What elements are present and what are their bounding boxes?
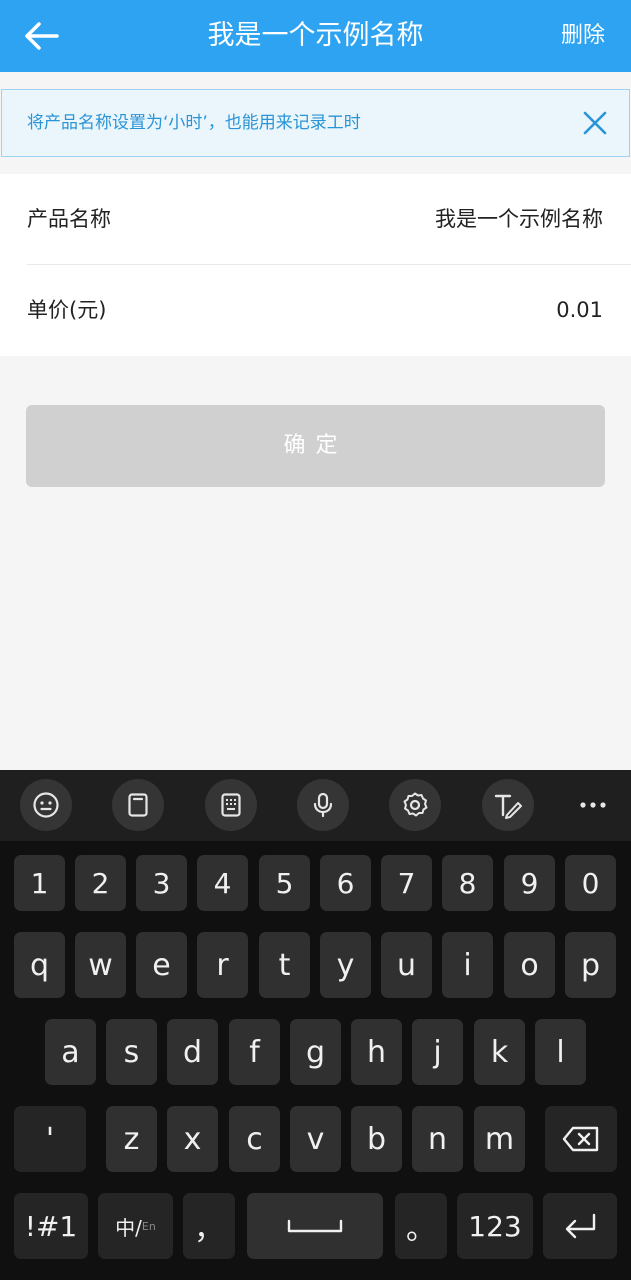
- tip-banner: 将产品名称设置为‘小时’，也能用来记录工时: [1, 89, 630, 157]
- keypad-icon: [221, 793, 241, 817]
- enter-key[interactable]: [543, 1193, 617, 1259]
- emoji-button[interactable]: [20, 779, 72, 831]
- product-form: 产品名称 我是一个示例名称 单价(元) 0.01: [0, 174, 631, 356]
- unit-price-label: 单价(元): [27, 298, 107, 322]
- key-b[interactable]: b: [351, 1106, 402, 1172]
- key-x[interactable]: x: [167, 1106, 218, 1172]
- key-0[interactable]: 0: [565, 855, 616, 911]
- key-f[interactable]: f: [229, 1019, 280, 1085]
- keyboard-settings-button[interactable]: [389, 779, 441, 831]
- backspace-key[interactable]: [545, 1106, 617, 1172]
- language-main-label: 中/: [115, 1215, 142, 1240]
- key-apostrophe[interactable]: ': [14, 1106, 86, 1172]
- key-6[interactable]: 6: [320, 855, 371, 911]
- tip-text: 将产品名称设置为‘小时’，也能用来记录工时: [27, 113, 361, 133]
- key-7[interactable]: 7: [381, 855, 432, 911]
- handwriting-icon: [494, 794, 522, 819]
- unit-price-input[interactable]: 0.01: [556, 265, 603, 356]
- key-o[interactable]: o: [504, 932, 555, 998]
- key-n[interactable]: n: [412, 1106, 463, 1172]
- unit-price-row[interactable]: 单价(元) 0.01: [0, 265, 631, 356]
- microphone-icon: [313, 792, 333, 818]
- confirm-button[interactable]: 确定: [26, 405, 605, 487]
- voice-input-button[interactable]: [297, 779, 349, 831]
- key-k[interactable]: k: [474, 1019, 525, 1085]
- soft-keyboard: 1 2 3 4 5 6 7 8 9 0 q w e r t y u i o p …: [0, 770, 631, 1280]
- tip-close-button[interactable]: [583, 111, 607, 135]
- clipboard-icon: [128, 793, 148, 817]
- key-e[interactable]: e: [136, 932, 187, 998]
- space-bar-icon: [287, 1219, 343, 1233]
- period-key[interactable]: 。: [395, 1193, 447, 1259]
- key-w[interactable]: w: [75, 932, 126, 998]
- key-8[interactable]: 8: [442, 855, 493, 911]
- arrow-left-icon: [25, 22, 59, 50]
- app-header: 我是一个示例名称 删除: [0, 0, 631, 72]
- key-2[interactable]: 2: [75, 855, 126, 911]
- delete-button[interactable]: 删除: [561, 0, 605, 72]
- key-t[interactable]: t: [259, 932, 310, 998]
- product-name-label: 产品名称: [27, 207, 111, 231]
- key-3[interactable]: 3: [136, 855, 187, 911]
- key-p[interactable]: p: [565, 932, 616, 998]
- language-switch-key[interactable]: 中/En: [98, 1193, 173, 1259]
- key-r[interactable]: r: [197, 932, 248, 998]
- key-g[interactable]: g: [290, 1019, 341, 1085]
- key-z[interactable]: z: [106, 1106, 157, 1172]
- key-q[interactable]: q: [14, 932, 65, 998]
- emoji-icon: [33, 792, 59, 818]
- key-a[interactable]: a: [45, 1019, 96, 1085]
- toolbar-more-button[interactable]: [567, 779, 619, 831]
- key-m[interactable]: m: [474, 1106, 525, 1172]
- key-y[interactable]: y: [320, 932, 371, 998]
- keyboard-toolbar: [0, 770, 631, 841]
- key-u[interactable]: u: [381, 932, 432, 998]
- numbers-key[interactable]: 123: [457, 1193, 533, 1259]
- space-key[interactable]: [247, 1193, 383, 1259]
- product-name-input[interactable]: 我是一个示例名称: [435, 174, 603, 265]
- product-name-row[interactable]: 产品名称 我是一个示例名称: [0, 174, 631, 265]
- settings-icon: [403, 792, 428, 817]
- symbols-key[interactable]: !#1: [14, 1193, 88, 1259]
- key-d[interactable]: d: [167, 1019, 218, 1085]
- enter-icon: [565, 1213, 596, 1239]
- key-9[interactable]: 9: [504, 855, 555, 911]
- key-v[interactable]: v: [290, 1106, 341, 1172]
- more-icon: [580, 802, 606, 808]
- clipboard-button[interactable]: [112, 779, 164, 831]
- key-j[interactable]: j: [412, 1019, 463, 1085]
- key-4[interactable]: 4: [197, 855, 248, 911]
- page-title: 我是一个示例名称: [207, 20, 424, 51]
- comma-key[interactable]: ，: [183, 1193, 235, 1259]
- back-button[interactable]: [20, 16, 62, 56]
- close-icon: [583, 111, 607, 135]
- key-1[interactable]: 1: [14, 855, 65, 911]
- key-c[interactable]: c: [229, 1106, 280, 1172]
- keypad-button[interactable]: [205, 779, 257, 831]
- key-h[interactable]: h: [351, 1019, 402, 1085]
- key-i[interactable]: i: [442, 932, 493, 998]
- key-s[interactable]: s: [106, 1019, 157, 1085]
- language-sub-label: En: [141, 1219, 156, 1233]
- handwriting-button[interactable]: [482, 779, 534, 831]
- backspace-icon: [562, 1126, 599, 1152]
- key-l[interactable]: l: [535, 1019, 586, 1085]
- key-5[interactable]: 5: [259, 855, 310, 911]
